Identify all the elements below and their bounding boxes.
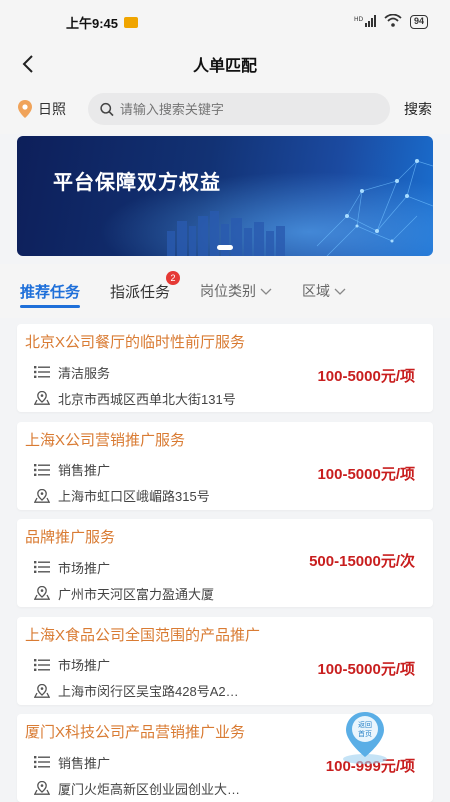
list-icon [33,366,51,378]
tab-assigned[interactable]: 指派任务 2 [110,270,181,310]
assigned-count-badge: 2 [166,270,181,285]
banner-text: 平台保障双方权益 [53,172,221,194]
city-label: 日照 [38,101,66,117]
task-tabs: 推荐任务 指派任务 2 岗位类别 区域 [0,264,450,318]
map-pin-icon [33,488,51,503]
search-button[interactable]: 搜索 [404,99,432,119]
task-card[interactable]: 上海X公司营销推广服务 销售推广 上海市虹口区峨嵋路315号 100-5000元… [17,421,433,510]
location-pin-icon [18,100,32,118]
svg-text:HD: HD [354,16,364,23]
tab-label: 指派任务 [110,283,171,301]
task-price: 100-5000元/项 [317,465,415,483]
home-button-label-line1: 返回 [358,721,372,729]
task-address-row: 上海市虹口区峨嵋路315号 [33,483,425,509]
task-address-row: 上海市闵行区吴宝路428号A2… [33,678,425,704]
task-title: 品牌推广服务 [25,529,116,546]
back-to-home-button[interactable]: 返回 首页 [339,709,391,765]
tab-label: 岗位类别 [200,283,257,299]
task-address: 北京市西城区西单北大街131号 [58,391,236,407]
task-price: 100-5000元/项 [317,368,415,385]
search-icon [100,102,114,116]
list-icon [33,658,51,671]
tab-region-dropdown[interactable]: 区域 [302,273,346,309]
task-category: 销售推广 [58,463,111,478]
tab-label: 推荐任务 [20,283,81,301]
tab-recommended[interactable]: 推荐任务 [20,273,81,310]
task-address-row: 厦门火炬高新区创业园创业大… [33,775,425,801]
promo-banner[interactable]: 平台保障双方权益 [17,136,433,256]
city-selector[interactable]: 日照 [18,99,88,119]
task-address: 上海市虹口区峨嵋路315号 [58,489,210,504]
page-title: 人单匹配 [192,58,257,75]
task-address-row: 广州市天河区富力盈通大厦 [33,580,425,606]
task-title: 北京X公司餐厅的临时性前厅服务 [25,334,246,351]
status-icons: HD 94 [354,13,428,30]
task-address-row: 北京市西城区西单北大街131号 [33,385,425,411]
status-time: 上午9:45 [66,15,119,31]
chevron-down-icon [334,288,346,295]
task-category: 市场推广 [58,658,111,673]
search-box[interactable] [88,93,390,125]
task-category: 销售推广 [58,755,111,771]
list-icon [33,756,51,768]
home-button-label-line2: 首页 [358,729,372,738]
task-title: 上海X公司营销推广服务 [25,431,186,449]
back-button[interactable] [14,50,42,78]
search-input[interactable] [119,101,378,117]
status-bar: 上午9:45 HD 94 [0,0,450,44]
banner-page-indicator [217,245,233,250]
home-pin-icon: 返回 首页 [343,712,387,764]
map-pin-icon [33,586,51,600]
chevron-left-icon [22,55,33,73]
task-category: 市场推广 [58,560,111,576]
search-row: 日照 搜索 [0,84,450,134]
task-title: 上海X食品公司全国范围的产品推广 [25,626,261,644]
task-address: 厦门火炬高新区创业园创业大… [58,781,241,797]
tab-label: 区域 [302,283,331,299]
chevron-down-icon [260,288,272,295]
wifi-icon [384,13,402,30]
task-address: 广州市天河区富力盈通大厦 [58,586,215,602]
battery-indicator: 94 [409,15,428,29]
task-card[interactable]: 品牌推广服务 市场推广 广州市天河区富力盈通大厦 500-15000元/次 [17,519,433,607]
task-address: 上海市闵行区吴宝路428号A2… [58,684,239,699]
task-category: 清洁服务 [58,365,111,381]
task-price: 100-5000元/项 [317,660,415,678]
signal-icon: HD [354,14,376,30]
banner-graphic [17,136,433,256]
task-price: 500-15000元/次 [309,553,415,570]
list-icon [33,561,51,573]
task-card[interactable]: 上海X食品公司全国范围的产品推广 市场推广 上海市闵行区吴宝路428号A2… 1… [17,616,433,705]
task-card[interactable]: 北京X公司餐厅的临时性前厅服务 清洁服务 北京市西城区西单北大街131号 100… [17,324,433,412]
tab-job-category-dropdown[interactable]: 岗位类别 [200,273,272,309]
message-notification-icon [124,16,139,28]
list-icon [33,463,51,476]
map-pin-icon [33,781,51,795]
nav-bar: 人单匹配 [0,44,450,84]
map-pin-icon [33,391,51,405]
map-pin-icon [33,683,51,698]
